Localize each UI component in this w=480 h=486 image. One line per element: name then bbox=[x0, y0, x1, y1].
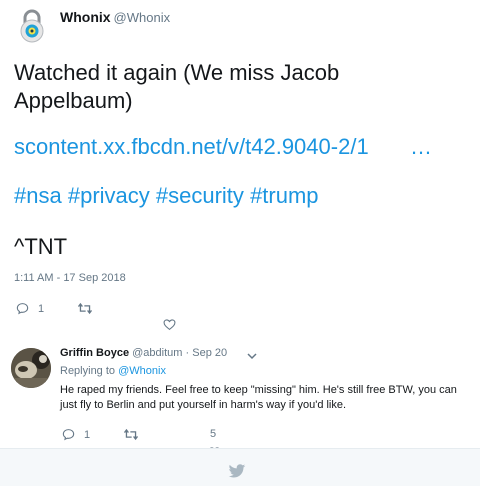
whonix-avatar[interactable] bbox=[16, 8, 48, 44]
reply-text: He raped my friends. Feel free to keep "… bbox=[60, 384, 457, 411]
tweet-signature: ^TNT bbox=[14, 234, 68, 259]
twitter-bird-icon[interactable] bbox=[228, 464, 246, 484]
reply-like-count-wrap: 5 bbox=[210, 428, 216, 440]
heart-icon bbox=[163, 319, 176, 331]
reply-date[interactable]: · Sep 20 bbox=[186, 347, 228, 359]
hashtag-privacy[interactable]: #privacy bbox=[68, 183, 150, 208]
chevron-down-icon bbox=[247, 353, 257, 360]
reply-button[interactable]: 1 bbox=[16, 302, 44, 315]
reply-tweet: Griffin Boyce @abditum · Sep 20 Replying… bbox=[0, 338, 480, 459]
retweet-icon bbox=[123, 428, 139, 441]
retweet-icon bbox=[77, 302, 93, 315]
like-button[interactable] bbox=[163, 318, 176, 331]
reply-author-name[interactable]: Griffin Boyce bbox=[60, 347, 129, 359]
hashtag-trump[interactable]: #trump bbox=[250, 183, 318, 208]
tweet-author[interactable]: Whonix @Whonix bbox=[60, 9, 170, 25]
reply-icon bbox=[16, 303, 29, 315]
tweet-timestamp[interactable]: 1:11 AM - 17 Sep 2018 bbox=[14, 272, 126, 284]
tweet-text-line-1: Watched it again (We miss Jacob bbox=[14, 60, 340, 85]
reply-reply-count: 1 bbox=[84, 428, 91, 441]
reply-author[interactable]: Griffin Boyce @abditum · Sep 20 bbox=[60, 347, 227, 359]
replying-to-handle[interactable]: @Whonix bbox=[118, 365, 166, 377]
reply-author-handle[interactable]: @abditum bbox=[132, 347, 182, 359]
reply-count: 1 bbox=[38, 302, 45, 315]
main-tweet: Whonix @Whonix Watched it again (We miss … bbox=[0, 0, 480, 336]
hashtag-list: #nsa #privacy #security #trump bbox=[14, 182, 319, 210]
reply-like-count: 5 bbox=[210, 428, 217, 440]
reply-reply-button[interactable]: 1 bbox=[62, 428, 90, 441]
reply-retweet-button[interactable] bbox=[123, 428, 139, 441]
tweet-link[interactable]: scontent.xx.fbcdn.net/v/t42.9040-2/1 bbox=[14, 133, 369, 161]
reply-menu-caret[interactable] bbox=[246, 348, 258, 366]
avatar-photo bbox=[11, 348, 51, 388]
reply-icon bbox=[62, 429, 75, 441]
hashtag-security[interactable]: #security bbox=[156, 183, 244, 208]
tweet-link-ellipsis[interactable]: … bbox=[410, 133, 432, 161]
tweet-text-line-2: Appelbaum) bbox=[14, 88, 133, 113]
replying-to-line: Replying to @Whonix bbox=[60, 365, 166, 377]
footer-bar bbox=[0, 448, 480, 486]
retweet-button[interactable] bbox=[77, 302, 93, 315]
hashtag-nsa[interactable]: #nsa bbox=[14, 183, 62, 208]
replying-to-prefix: Replying to bbox=[60, 365, 116, 377]
lock-avatar-icon bbox=[20, 9, 44, 43]
author-name[interactable]: Whonix bbox=[60, 9, 111, 25]
griffin-avatar[interactable] bbox=[11, 348, 51, 388]
author-handle[interactable]: @Whonix bbox=[114, 10, 171, 25]
